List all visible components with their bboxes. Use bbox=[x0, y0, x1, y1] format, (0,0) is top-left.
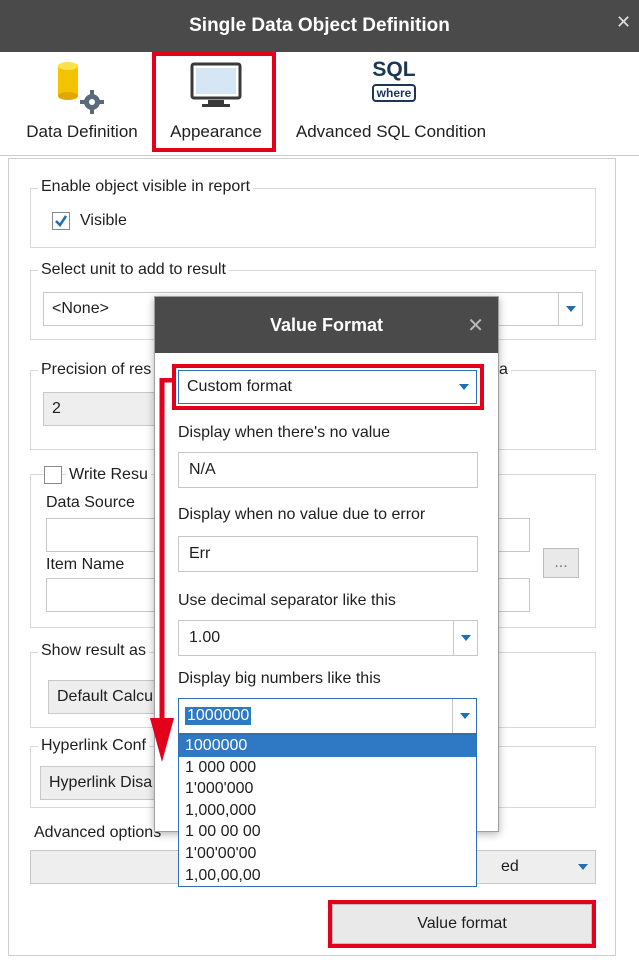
list-item[interactable]: 1'00'00'00 bbox=[179, 843, 476, 865]
list-item[interactable]: 1'000'000 bbox=[179, 778, 476, 800]
precision-field[interactable]: 2 bbox=[43, 392, 163, 426]
unit-group-legend: Select unit to add to result bbox=[38, 261, 229, 279]
no-value-label: Display when there's no value bbox=[178, 424, 391, 441]
big-numbers-label: Display big numbers like this bbox=[178, 670, 381, 687]
big-numbers-select[interactable]: 1000000 bbox=[178, 698, 477, 734]
advanced-options-value: ed bbox=[501, 858, 519, 875]
browse-button-label: ... bbox=[554, 554, 568, 571]
appearance-tab-highlight bbox=[152, 52, 276, 152]
hyperlink-value: Hyperlink Disa bbox=[49, 774, 153, 791]
value-format-highlight bbox=[328, 900, 596, 948]
visible-group-legend: Enable object visible in report bbox=[38, 178, 254, 196]
tab-label-data-definition: Data Definition bbox=[26, 122, 138, 141]
close-icon[interactable]: ✕ bbox=[616, 12, 631, 33]
window-title: Single Data Object Definition bbox=[189, 15, 450, 36]
tab-advanced-sql[interactable]: SQL where Advanced SQL Condition bbox=[286, 52, 496, 152]
show-result-value: Default Calcu bbox=[57, 688, 154, 705]
decimal-separator-value: 1.00 bbox=[189, 629, 221, 646]
visible-checkbox[interactable] bbox=[52, 212, 70, 230]
show-result-legend: Show result as bbox=[38, 642, 149, 660]
database-gear-icon bbox=[58, 62, 104, 114]
write-result-label: Write Resu bbox=[66, 466, 151, 484]
list-item[interactable]: 1000000 bbox=[179, 735, 476, 757]
checkmark-icon bbox=[55, 215, 68, 227]
sql-icon-text: SQL bbox=[372, 58, 416, 81]
format-type-highlight bbox=[172, 364, 484, 410]
visible-checkbox-label: Visible bbox=[80, 212, 127, 229]
write-result-checkbox[interactable] bbox=[44, 466, 62, 484]
decimal-separator-label: Use decimal separator like this bbox=[178, 592, 396, 609]
chevron-down-icon bbox=[565, 306, 576, 312]
decimal-separator-select[interactable]: 1.00 bbox=[178, 620, 478, 656]
where-icon-text: where bbox=[371, 84, 417, 102]
advanced-dropdown-button[interactable] bbox=[571, 851, 595, 883]
list-item[interactable]: 1 000 000 bbox=[179, 757, 476, 779]
dialog-close-icon[interactable]: ✕ bbox=[467, 313, 484, 338]
chevron-down-icon bbox=[460, 635, 471, 641]
browse-button[interactable]: ... bbox=[543, 548, 579, 578]
annotation-arrow bbox=[150, 378, 176, 762]
error-input[interactable]: Err bbox=[178, 536, 478, 572]
data-source-label: Data Source bbox=[46, 494, 135, 511]
tab-bar: Data Definition Appearance SQL where Adv… bbox=[0, 52, 639, 156]
tab-label-advanced-sql: Advanced SQL Condition bbox=[295, 122, 487, 141]
chevron-down-icon bbox=[459, 713, 470, 719]
window-title-bar: Single Data Object Definition bbox=[0, 0, 639, 52]
big-numbers-options-list: 1000000 1 000 000 1'000'000 1,000,000 1 … bbox=[178, 734, 477, 887]
unit-dropdown-button[interactable] bbox=[558, 293, 582, 325]
error-label: Display when no value due to error bbox=[178, 506, 426, 523]
big-numbers-dropdown-button[interactable] bbox=[452, 699, 476, 733]
decimal-dropdown-button[interactable] bbox=[453, 621, 477, 655]
big-numbers-value: 1000000 bbox=[185, 707, 252, 725]
hyperlink-legend: Hyperlink Conf bbox=[38, 737, 149, 755]
error-text: Err bbox=[189, 545, 211, 562]
no-value-input[interactable]: N/A bbox=[178, 452, 478, 488]
item-name-label: Item Name bbox=[46, 556, 125, 573]
dialog-title: Value Format bbox=[269, 314, 384, 335]
dialog-title-bar: Value Format bbox=[155, 297, 498, 353]
unit-select-value: <None> bbox=[52, 300, 109, 317]
list-item[interactable]: 1 00 00 00 bbox=[179, 821, 476, 843]
tab-data-definition[interactable]: Data Definition bbox=[18, 52, 146, 152]
list-item[interactable]: 1,000,000 bbox=[179, 800, 476, 822]
precision-group-legend: Precision of res bbox=[38, 361, 155, 379]
sql-where-icon: SQL where bbox=[366, 58, 422, 112]
hyperlink-select[interactable]: Hyperlink Disa bbox=[40, 766, 164, 800]
list-item[interactable]: 1,00,00,00 bbox=[179, 865, 476, 887]
precision-value: 2 bbox=[52, 400, 61, 417]
advanced-options-label: Advanced options bbox=[34, 824, 162, 841]
chevron-down-icon bbox=[578, 864, 588, 870]
no-value-text: N/A bbox=[189, 461, 216, 478]
